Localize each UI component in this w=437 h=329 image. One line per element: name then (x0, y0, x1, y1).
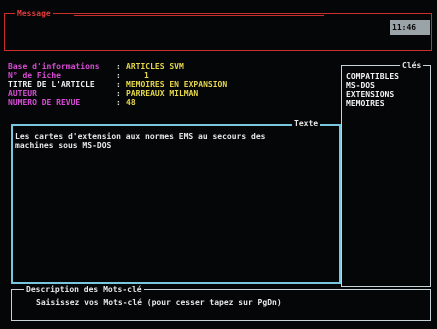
field-label-fiche: N° de Fiche (8, 71, 61, 80)
description-prompt: Saisissez vos Mots-clé (pour cesser tape… (36, 298, 282, 307)
text-line[interactable]: machines sous MS-DOS (15, 141, 111, 150)
keywords-title: Clés (400, 61, 424, 70)
keyword-item[interactable]: MS-DOS (346, 81, 375, 90)
field-value-fiche[interactable]: 1 (144, 71, 149, 80)
text-box-title: Texte (292, 119, 321, 128)
message-divider (74, 15, 324, 16)
keyword-item[interactable]: EXTENSIONS (346, 90, 394, 99)
field-separator: : (116, 98, 121, 107)
clock-time: 11:46 (392, 23, 417, 32)
message-box: Message (4, 9, 432, 51)
keyword-item[interactable]: MEMOIRES (346, 99, 385, 108)
field-separator: : (116, 71, 121, 80)
keyword-item[interactable]: COMPATIBLES (346, 72, 399, 81)
field-value-auteur[interactable]: PARREAUX MILMAN (126, 89, 198, 98)
field-label-base: Base d'informations (8, 62, 100, 71)
field-label-titre: TITRE DE L'ARTICLE (8, 80, 95, 89)
field-value-revue[interactable]: 48 (126, 98, 136, 107)
message-title: Message (15, 9, 53, 18)
field-separator: : (116, 89, 121, 98)
field-value-titre[interactable]: MEMOIRES EN EXPANSION (126, 80, 227, 89)
description-title: Description des Mots-clé (24, 285, 144, 294)
field-separator: : (116, 80, 121, 89)
text-line[interactable]: Les cartes d'extension aux normes EMS au… (15, 132, 265, 141)
field-label-auteur: AUTEUR (8, 89, 37, 98)
dos-screen: Message 11:46 Base d'informations : ARTI… (0, 0, 437, 329)
field-separator: : (116, 62, 121, 71)
field-label-revue: NUMERO DE REVUE (8, 98, 81, 107)
field-value-base[interactable]: ARTICLES SVM (126, 62, 184, 71)
